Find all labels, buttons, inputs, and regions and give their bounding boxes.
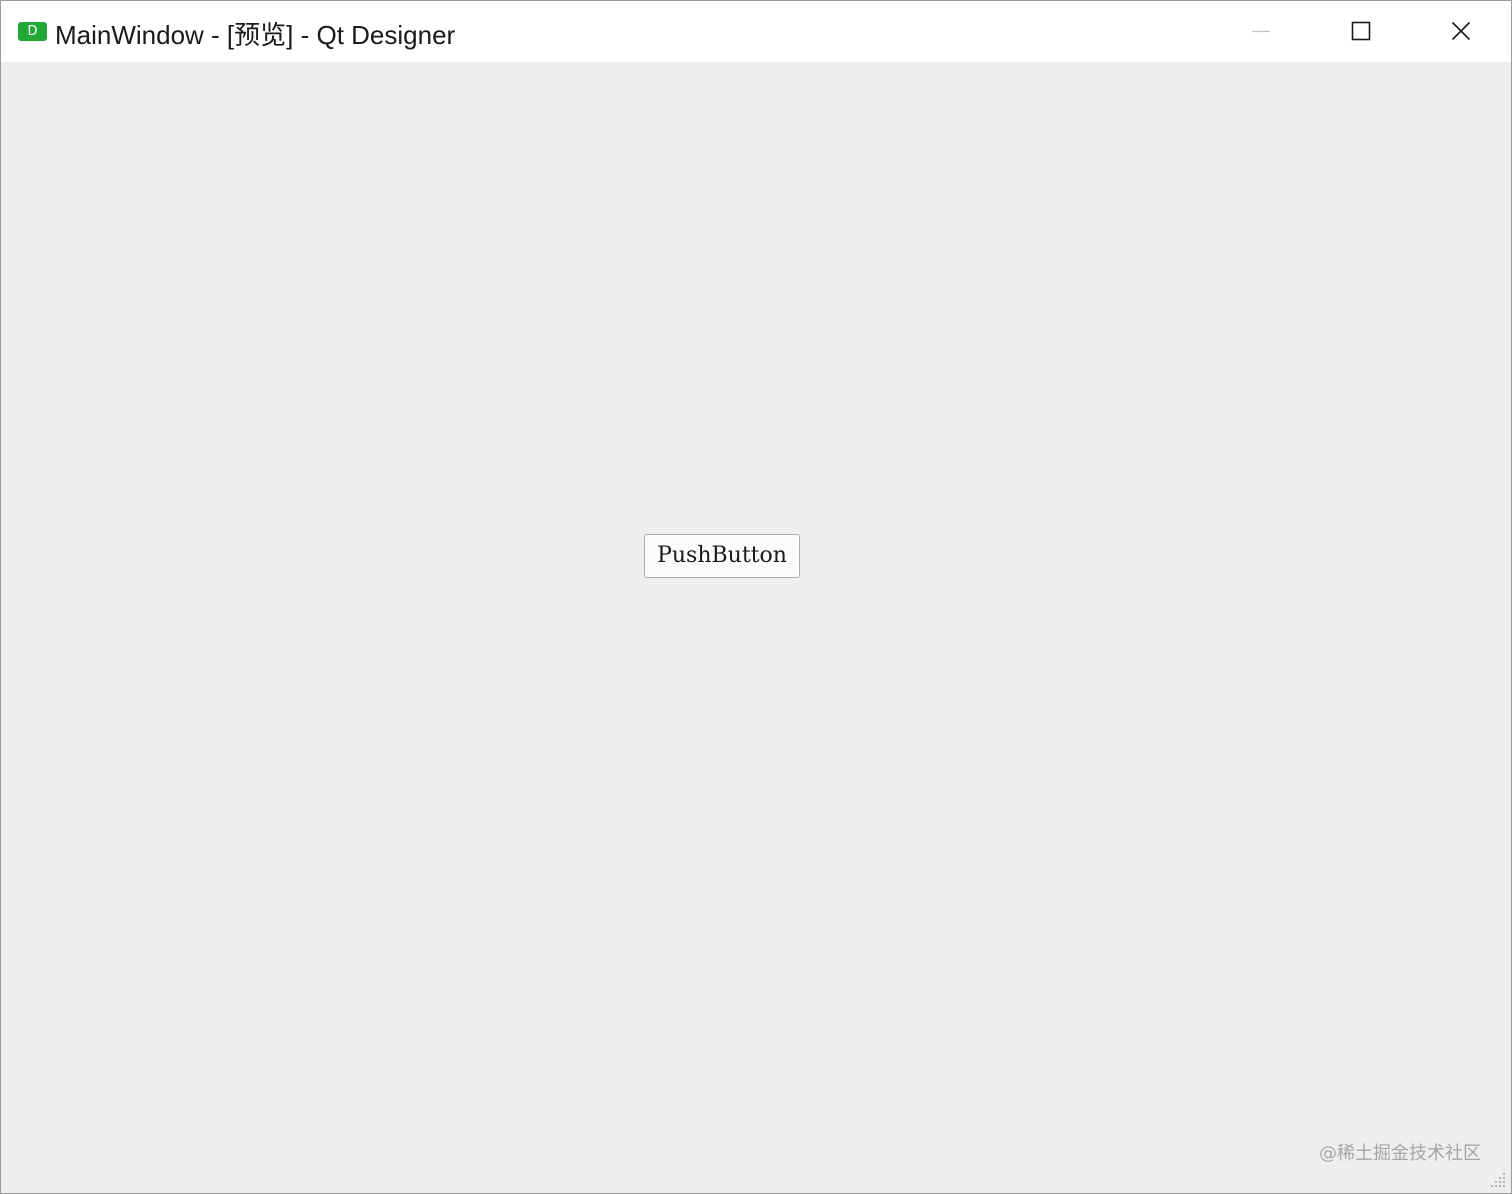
push-button[interactable]: PushButton (644, 534, 800, 578)
watermark: @稀土掘金技术社区 (1319, 1143, 1481, 1164)
minimize-button[interactable] (1211, 1, 1311, 62)
minimize-icon (1252, 30, 1270, 33)
close-icon (1451, 21, 1471, 41)
title-bar[interactable]: D MainWindow - [预览] - Qt Designer (1, 1, 1511, 62)
qt-designer-app-icon: D (18, 22, 47, 41)
close-button[interactable] (1411, 1, 1511, 62)
window-title: MainWindow - [预览] - Qt Designer (55, 20, 456, 50)
maximize-button[interactable] (1311, 1, 1411, 62)
resize-grip-icon[interactable] (1489, 1171, 1507, 1189)
main-window: D MainWindow - [预览] - Qt Designer PushBu… (0, 0, 1512, 1194)
maximize-icon (1351, 21, 1371, 41)
central-widget: PushButton (1, 62, 1511, 1193)
